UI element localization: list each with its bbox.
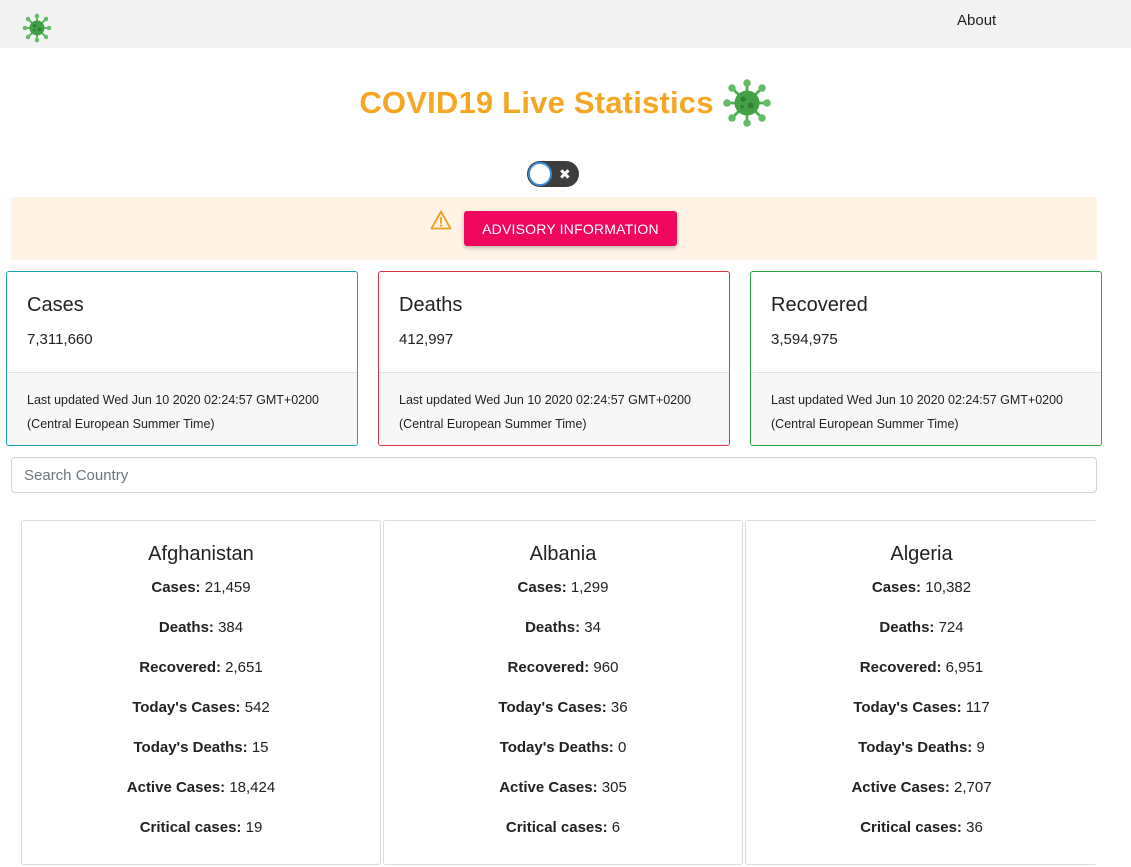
stat-label: Recovered bbox=[771, 294, 868, 316]
field-value: 19 bbox=[245, 819, 263, 836]
stat-card-deaths: Deaths 412,997 Last updated Wed Jun 10 2… bbox=[378, 271, 730, 446]
field-label: Recovered: bbox=[139, 659, 221, 676]
country-cases: Cases: 1,299 bbox=[384, 568, 742, 608]
field-value: 21,459 bbox=[204, 579, 251, 596]
country-card-algeria[interactable]: Algeria Cases: 10,382 Deaths: 724 Recove… bbox=[745, 520, 1097, 865]
field-label: Deaths: bbox=[525, 619, 581, 636]
country-recovered: Recovered: 2,651 bbox=[22, 648, 380, 688]
stat-card-body: Cases 7,311,660 bbox=[7, 272, 357, 373]
stat-value: 7,311,660 bbox=[27, 331, 93, 348]
field-value: 1,299 bbox=[570, 579, 609, 596]
field-label: Active Cases: bbox=[126, 779, 226, 796]
country-card-albania[interactable]: Albania Cases: 1,299 Deaths: 34 Recovere… bbox=[383, 520, 743, 865]
page-title: COVID19 Live Statistics bbox=[359, 85, 714, 120]
field-value: 384 bbox=[218, 619, 244, 636]
field-value: 6 bbox=[611, 819, 621, 836]
stat-value: 3,594,975 bbox=[771, 331, 838, 348]
stat-label: Cases bbox=[27, 294, 84, 316]
country-active-cases: Active Cases: 2,707 bbox=[746, 768, 1097, 808]
stat-label: Deaths bbox=[399, 294, 463, 316]
field-label: Active Cases: bbox=[851, 779, 950, 796]
stat-card-body: Deaths 412,997 bbox=[379, 272, 729, 373]
field-value: 36 bbox=[610, 699, 628, 716]
nav-about-link[interactable]: About bbox=[957, 12, 996, 29]
field-value: 34 bbox=[584, 619, 601, 636]
advisory-information-button[interactable]: ADVISORY INFORMATION bbox=[464, 211, 677, 246]
navbar: About bbox=[0, 0, 1131, 48]
field-value: 724 bbox=[938, 619, 964, 636]
country-name: Afghanistan bbox=[148, 543, 254, 565]
country-name: Albania bbox=[529, 543, 597, 565]
country-deaths: Deaths: 384 bbox=[22, 608, 380, 648]
field-label: Today's Deaths: bbox=[858, 739, 973, 756]
virus-icon bbox=[722, 79, 771, 127]
stat-card-recovered: Recovered 3,594,975 Last updated Wed Jun… bbox=[750, 271, 1102, 446]
stat-card-cases: Cases 7,311,660 Last updated Wed Jun 10 … bbox=[6, 271, 358, 446]
country-today-cases: Today's Cases: 117 bbox=[746, 688, 1097, 728]
warning-icon bbox=[430, 210, 452, 230]
field-value: 2,707 bbox=[954, 779, 992, 796]
country-recovered: Recovered: 6,951 bbox=[746, 648, 1097, 688]
dark-mode-toggle[interactable]: ✖ bbox=[527, 161, 579, 187]
field-label: Cases: bbox=[517, 579, 567, 596]
field-value: 6,951 bbox=[945, 659, 984, 676]
field-label: Critical cases: bbox=[505, 819, 608, 836]
country-cases: Cases: 10,382 bbox=[746, 568, 1097, 608]
country-critical-cases: Critical cases: 6 bbox=[384, 808, 742, 848]
field-label: Today's Deaths: bbox=[133, 739, 248, 756]
field-label: Today's Cases: bbox=[498, 699, 607, 716]
country-critical-cases: Critical cases: 36 bbox=[746, 808, 1097, 848]
country-critical-cases: Critical cases: 19 bbox=[22, 808, 380, 848]
field-label: Today's Cases: bbox=[853, 699, 962, 716]
virus-icon[interactable] bbox=[22, 13, 52, 43]
country-today-deaths: Today's Deaths: 9 bbox=[746, 728, 1097, 768]
country-today-cases: Today's Cases: 36 bbox=[384, 688, 742, 728]
field-value: 9 bbox=[976, 739, 985, 756]
search-country-input[interactable] bbox=[11, 457, 1097, 493]
field-value: 542 bbox=[244, 699, 270, 716]
toggle-knob bbox=[528, 162, 552, 186]
field-label: Active Cases: bbox=[499, 779, 598, 796]
field-label: Critical cases: bbox=[860, 819, 962, 836]
field-value: 960 bbox=[593, 659, 619, 676]
advisory-banner: ADVISORY INFORMATION bbox=[11, 197, 1097, 260]
field-label: Critical cases: bbox=[139, 819, 242, 836]
field-label: Cases: bbox=[871, 579, 922, 596]
stat-updated: Last updated Wed Jun 10 2020 02:24:57 GM… bbox=[379, 373, 729, 445]
stat-card-body: Recovered 3,594,975 bbox=[751, 272, 1101, 373]
field-value: 15 bbox=[251, 739, 269, 756]
field-value: 305 bbox=[601, 779, 627, 796]
country-today-deaths: Today's Deaths: 0 bbox=[384, 728, 742, 768]
field-value: 10,382 bbox=[925, 579, 972, 596]
stat-updated: Last updated Wed Jun 10 2020 02:24:57 GM… bbox=[751, 373, 1101, 445]
country-active-cases: Active Cases: 305 bbox=[384, 768, 742, 808]
field-label: Today's Cases: bbox=[132, 699, 241, 716]
close-icon: ✖ bbox=[559, 166, 571, 182]
field-value: 2,651 bbox=[225, 659, 263, 676]
field-label: Recovered: bbox=[859, 659, 942, 676]
country-today-cases: Today's Cases: 542 bbox=[22, 688, 380, 728]
stat-value: 412,997 bbox=[399, 331, 454, 348]
country-deaths: Deaths: 34 bbox=[384, 608, 742, 648]
country-today-deaths: Today's Deaths: 15 bbox=[22, 728, 380, 768]
country-name: Algeria bbox=[890, 543, 953, 565]
field-value: 0 bbox=[617, 739, 627, 756]
country-deaths: Deaths: 724 bbox=[746, 608, 1097, 648]
field-label: Cases: bbox=[151, 579, 201, 596]
field-label: Deaths: bbox=[879, 619, 935, 636]
country-card-afghanistan[interactable]: Afghanistan Cases: 21,459 Deaths: 384 Re… bbox=[21, 520, 381, 865]
header: COVID19 Live Statistics bbox=[0, 78, 1131, 134]
country-active-cases: Active Cases: 18,424 bbox=[22, 768, 380, 808]
field-label: Today's Deaths: bbox=[499, 739, 614, 756]
field-label: Deaths: bbox=[158, 619, 214, 636]
field-value: 117 bbox=[965, 699, 990, 716]
country-recovered: Recovered: 960 bbox=[384, 648, 742, 688]
field-value: 36 bbox=[966, 819, 983, 836]
field-label: Recovered: bbox=[507, 659, 590, 676]
field-value: 18,424 bbox=[229, 779, 276, 796]
country-cases: Cases: 21,459 bbox=[22, 568, 380, 608]
stat-updated: Last updated Wed Jun 10 2020 02:24:57 GM… bbox=[7, 373, 357, 445]
